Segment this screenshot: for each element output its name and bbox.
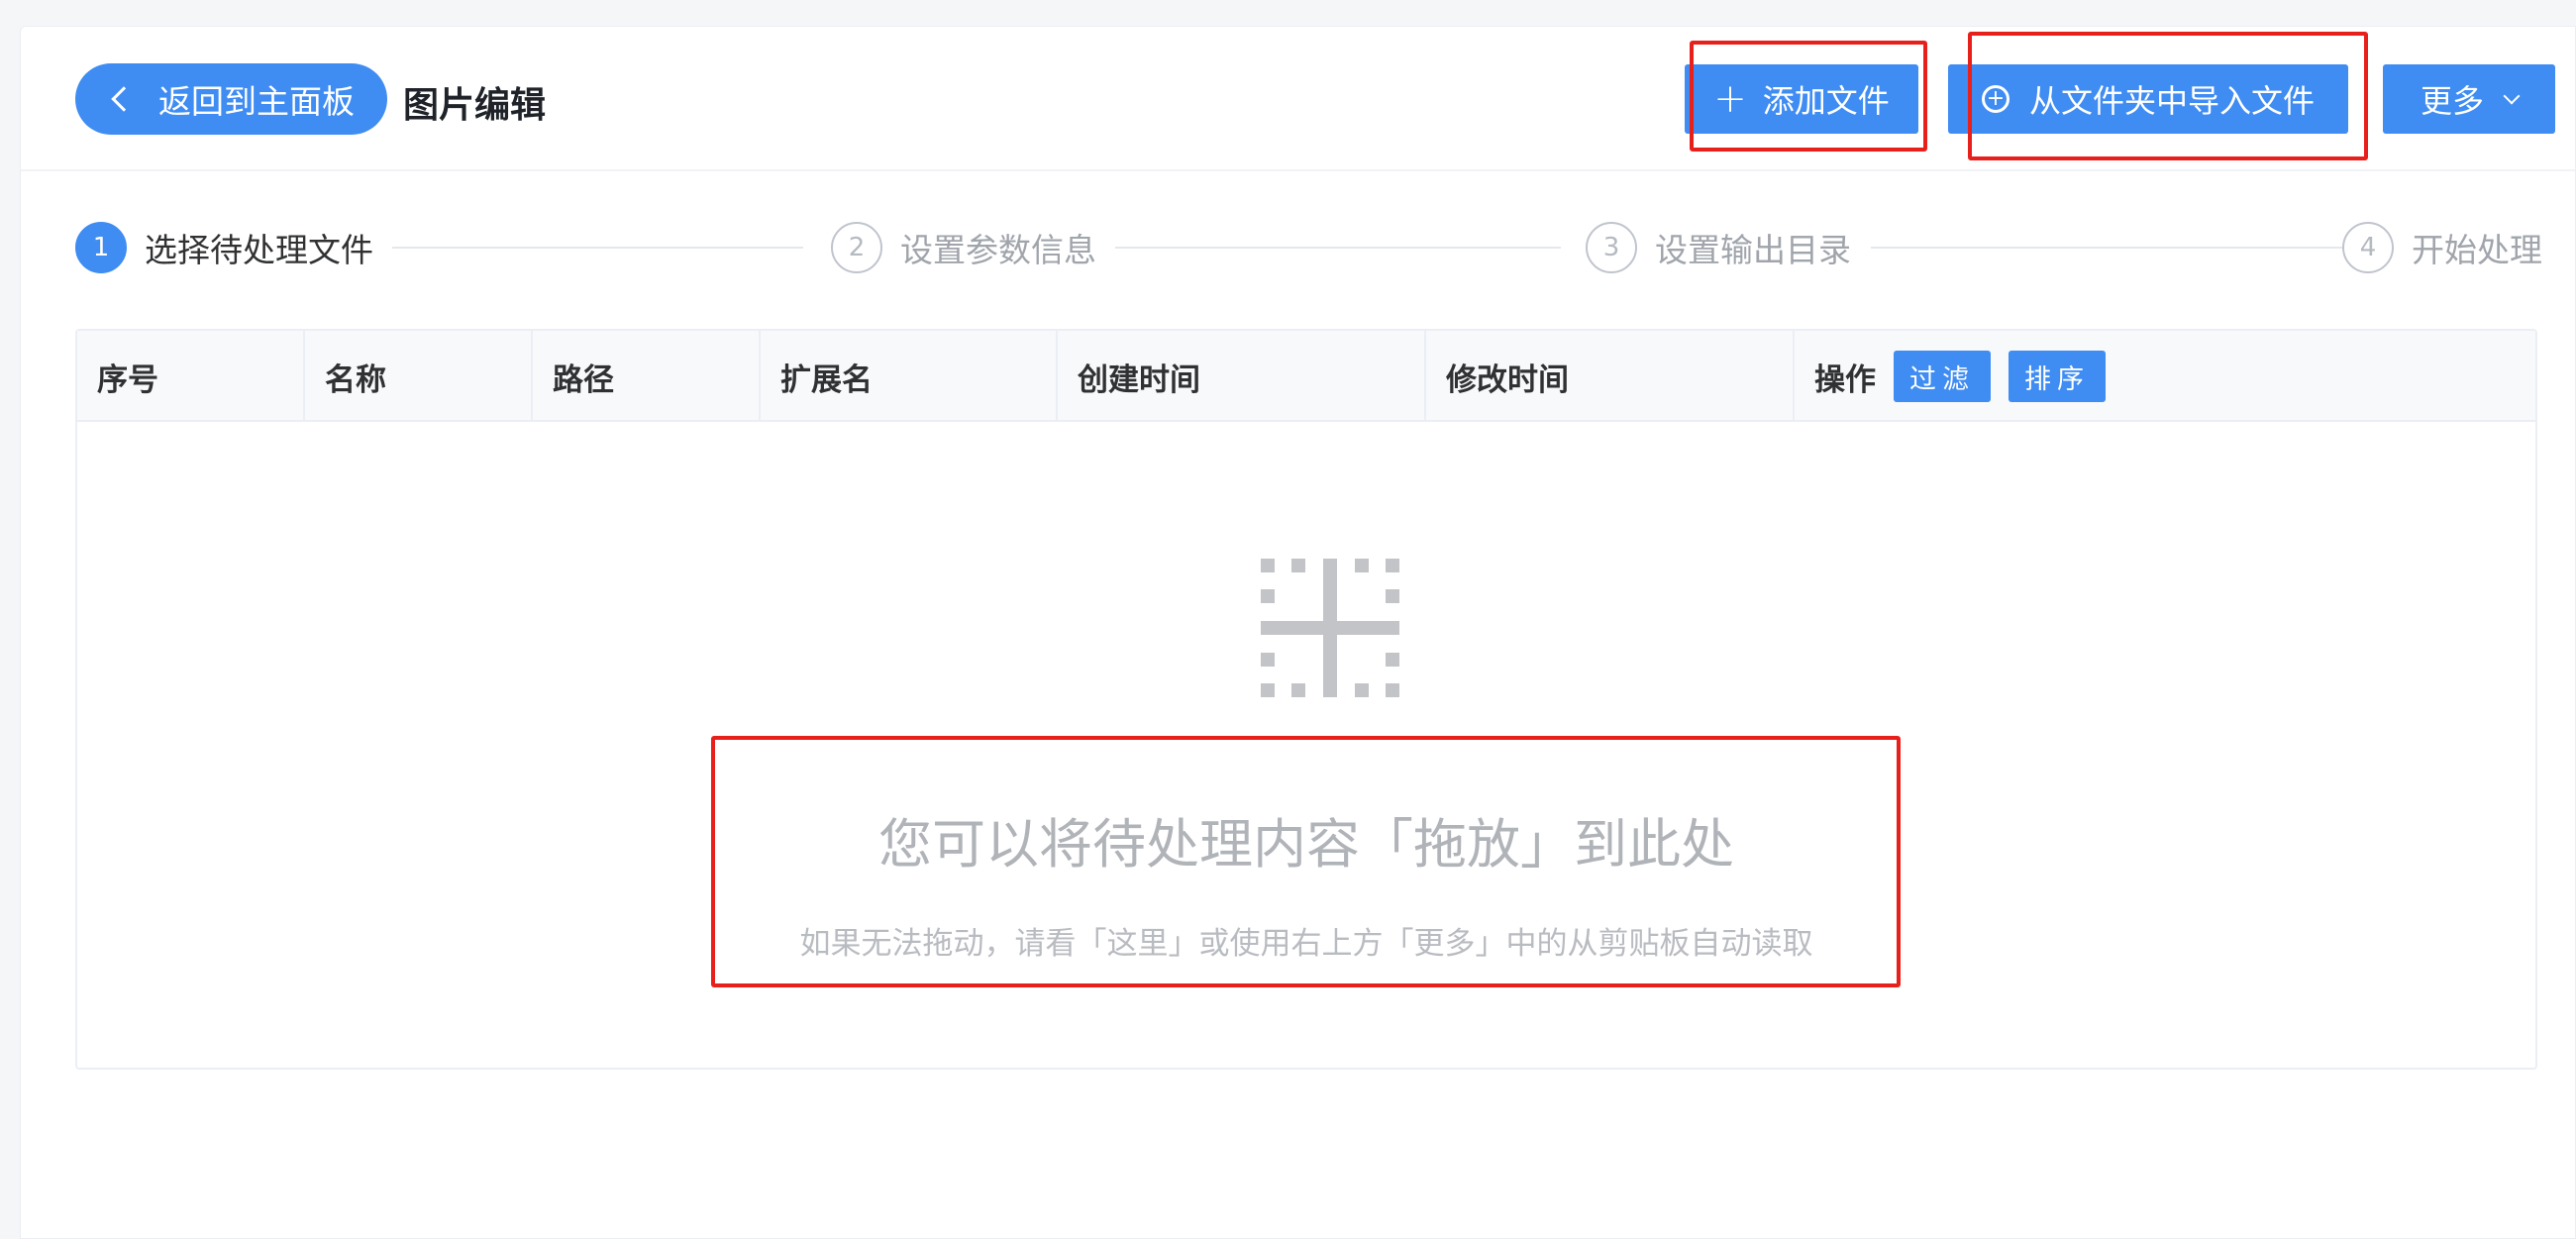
import-from-folder-label: 从文件夹中导入文件 [2028,82,2315,120]
chevron-left-icon [111,86,137,112]
main-panel: 返回到主面板 图片编辑 + 添加文件 + 从文件夹中导入文件 更多 1 选择待处… [20,26,2576,1239]
column-index: 序号 [77,331,305,422]
process-steps: 1 选择待处理文件 2 设置参数信息 3 设置输出目录 4 开始处理 [21,220,2575,279]
column-actions: 操作 过滤 排序 [1795,331,2537,422]
column-modified-time: 修改时间 [1426,331,1795,422]
more-label: 更多 [2420,82,2484,120]
step-number: 4 [2342,222,2394,273]
plus-icon: + [1713,76,1747,122]
step-label: 选择待处理文件 [145,231,373,269]
drop-target-icon [1261,559,1399,697]
step-set-parameters: 2 设置参数信息 [831,220,1096,275]
step-select-files: 1 选择待处理文件 [75,220,373,275]
column-created-time: 创建时间 [1058,331,1426,422]
page-header: 返回到主面板 图片编辑 + 添加文件 + 从文件夹中导入文件 更多 [21,27,2575,171]
step-number: 2 [831,222,882,273]
chevron-down-icon [2503,87,2521,105]
add-file-label: 添加文件 [1762,82,1890,120]
more-dropdown-button[interactable]: 更多 [2383,64,2555,134]
import-from-folder-button[interactable]: + 从文件夹中导入文件 [1948,64,2348,134]
sort-button[interactable]: 排序 [2009,351,2106,402]
step-label: 设置参数信息 [900,231,1096,269]
step-connector [1115,247,1561,249]
page-title: 图片编辑 [403,85,547,126]
step-number: 3 [1586,222,1637,273]
table-header: 序号 名称 路径 扩展名 创建时间 修改时间 操作 过滤 排序 [77,331,2535,422]
column-name: 名称 [305,331,533,422]
add-file-button[interactable]: + 添加文件 [1685,64,1918,134]
filter-button[interactable]: 过滤 [1894,351,1991,402]
file-table: 序号 名称 路径 扩展名 创建时间 修改时间 操作 过滤 排序 您可以将待处理内… [75,329,2537,1070]
column-actions-label: 操作 [1814,361,1876,398]
step-connector [1871,247,2344,249]
empty-drop-hint: 如果无法拖动，请看「这里」或使用右上方「更多」中的从剪贴板自动读取 [799,926,1813,962]
back-to-dashboard-button[interactable]: 返回到主面板 [75,63,387,135]
circle-plus-icon: + [1981,85,2009,113]
step-set-output-dir: 3 设置输出目录 [1586,220,1851,275]
step-start-processing: 4 开始处理 [2342,220,2542,275]
column-path: 路径 [533,331,761,422]
step-connector [392,247,803,249]
empty-drop-title: 您可以将待处理内容「拖放」到此处 [878,813,1734,876]
step-label: 开始处理 [2412,231,2542,269]
step-number: 1 [75,222,127,273]
back-button-label: 返回到主面板 [158,82,355,121]
column-extension: 扩展名 [761,331,1058,422]
step-label: 设置输出目录 [1655,231,1851,269]
